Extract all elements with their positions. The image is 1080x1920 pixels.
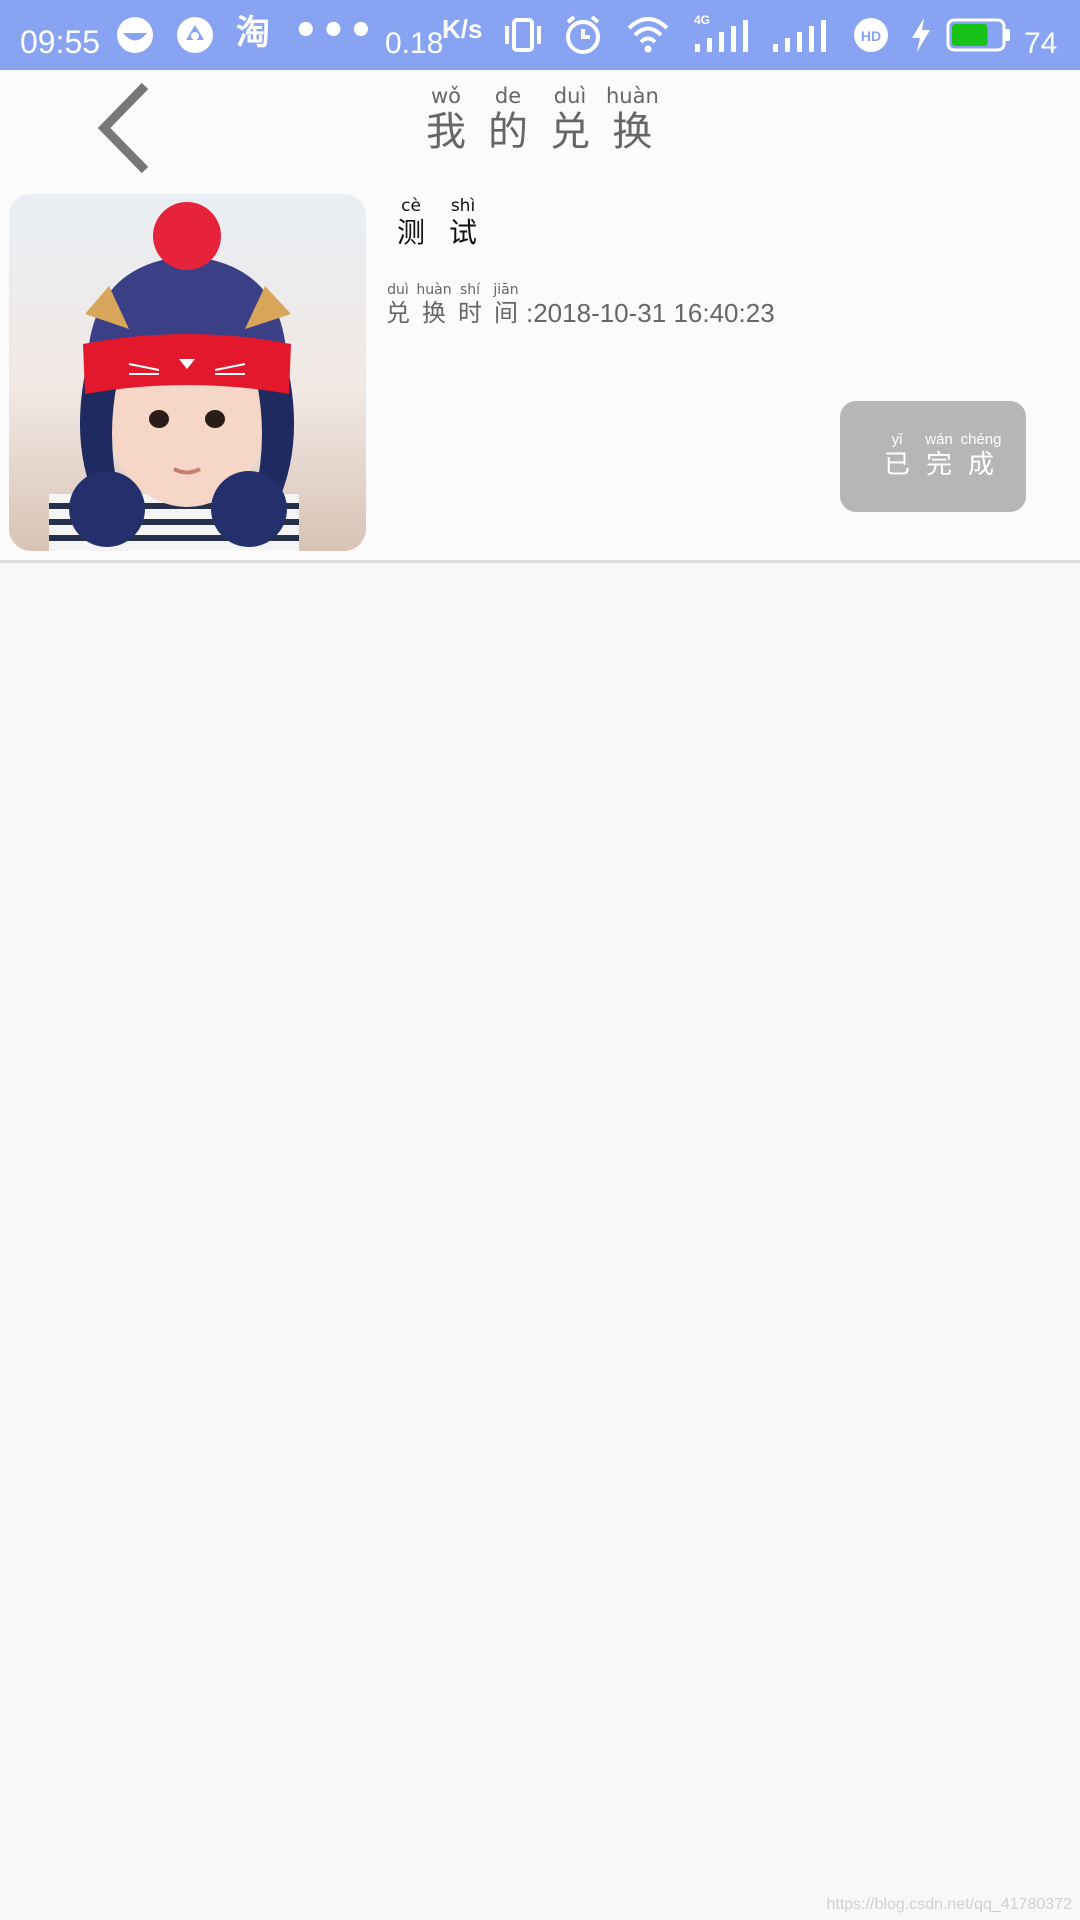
completed-status-button[interactable]: yǐ 已 wán 完 chéng 成 xyxy=(840,401,1026,512)
item-name-char: cè 测 xyxy=(396,196,425,249)
title-char: huàn 换 xyxy=(606,84,659,155)
wifi-icon xyxy=(627,17,669,53)
exchange-item-card[interactable]: cè 测 shì 试 duì 兑 huàn 换 shí 时 jiān 间 :2018-10-… xyxy=(0,190,1080,563)
back-button[interactable] xyxy=(90,78,160,178)
net-speed: 0.18 xyxy=(385,27,444,60)
sync-app-icon xyxy=(177,17,213,53)
baby-in-knit-hat-image xyxy=(9,194,366,551)
alarm-icon xyxy=(566,15,600,54)
status-char: yǐ 已 xyxy=(883,431,910,479)
vibrate-icon xyxy=(505,18,541,52)
cellular-signal-icon xyxy=(773,20,826,52)
exchange-time-value: :2018-10-31 16:40:23 xyxy=(526,298,775,328)
item-name-char: shì 试 xyxy=(448,196,477,249)
status-char: chéng 成 xyxy=(960,431,1002,479)
time-label-char: huàn 换 xyxy=(416,282,452,327)
page-title: wǒ 我 de 的 duì 兑 huàn 换 xyxy=(420,84,659,184)
app-header: wǒ 我 de 的 duì 兑 huàn 换 xyxy=(0,70,1080,190)
app-notification-icon xyxy=(117,17,153,53)
time-label-char: duì 兑 xyxy=(386,282,410,327)
item-image xyxy=(9,194,366,551)
status-bar: 09:55 淘 ••• 0.18 K/s 4G HD 74 xyxy=(0,0,1080,70)
status-char: wán 完 xyxy=(925,431,953,479)
title-char: duì 兑 xyxy=(550,84,590,155)
battery-fill xyxy=(952,24,988,46)
hd-voice-icon: HD xyxy=(854,18,888,52)
exchange-time: duì 兑 huàn 换 shí 时 jiān 间 :2018-10-31 16:40:… xyxy=(380,282,775,328)
time-label-char: jiān 间 xyxy=(493,282,519,327)
watermark: https://blog.csdn.net/qq_41780372 xyxy=(826,1896,1072,1913)
net-speed-unit: K/s xyxy=(442,14,483,44)
time-label-char: shí 时 xyxy=(458,282,482,327)
more-notifications-icon: ••• xyxy=(293,8,376,54)
charging-icon xyxy=(912,18,930,52)
battery-level: 74 xyxy=(1024,27,1058,60)
hd-label: HD xyxy=(861,28,881,44)
network-type-label: 4G xyxy=(694,13,710,27)
status-time: 09:55 xyxy=(20,24,101,60)
status-label: yǐ 已 wán 完 chéng 成 xyxy=(876,431,1002,479)
title-char: de 的 xyxy=(488,84,528,155)
item-name: cè 测 shì 试 xyxy=(390,196,484,250)
chevron-left-icon xyxy=(97,82,149,174)
battery-icon xyxy=(946,18,1010,52)
taobao-icon: 淘 xyxy=(236,13,270,53)
cellular-4g-signal-icon: 4G xyxy=(694,13,748,52)
title-char: wǒ 我 xyxy=(426,84,466,155)
